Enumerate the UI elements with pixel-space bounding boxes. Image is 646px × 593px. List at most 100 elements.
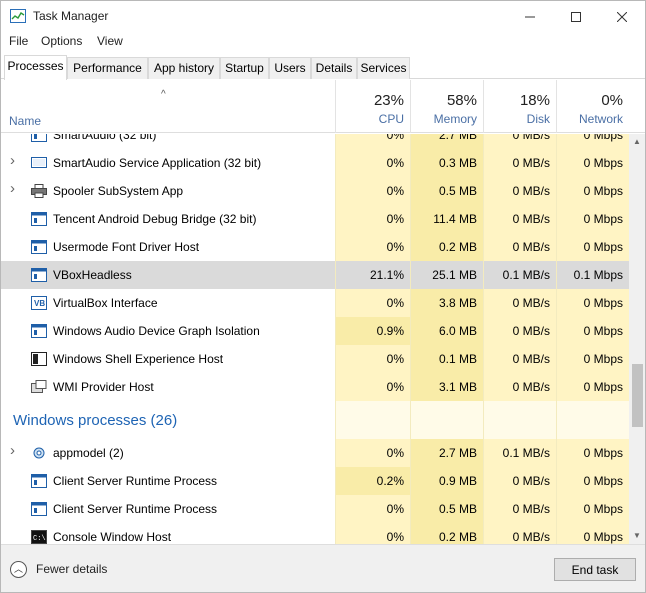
process-row[interactable]: Client Server Runtime Process 0.2% 0.9 MB 0… — [1, 467, 629, 495]
tab-users[interactable]: Users — [269, 57, 311, 79]
process-name-cell[interactable]: Usermode Font Driver Host — [1, 233, 335, 261]
network-label: Network — [578, 112, 623, 126]
process-disk-value: 0 MB/s — [483, 205, 556, 233]
process-name: VBoxHeadless — [53, 268, 132, 282]
process-disk-value: 0 MB/s — [483, 233, 556, 261]
chevron-right-icon[interactable]: › — [10, 442, 15, 459]
app-window-icon — [31, 268, 47, 282]
process-name-cell[interactable]: › SmartAudio Service Application (32 bit) — [1, 149, 335, 177]
chevron-up-circle-icon[interactable]: ︿ — [10, 561, 27, 578]
process-list[interactable]: SmartAudio (32 bit) 0% 2.7 MB 0 MB/s 0 Mbps ›… — [1, 134, 629, 544]
title-bar[interactable]: Task Manager — [1, 1, 645, 32]
process-name-cell[interactable]: SmartAudio (32 bit) — [1, 134, 335, 149]
process-row[interactable]: VB VirtualBox Interface 0% 3.8 MB 0 MB/s 0 Mb… — [1, 289, 629, 317]
process-cpu-value: 21.1% — [335, 261, 410, 289]
process-row[interactable]: Usermode Font Driver Host 0% 0.2 MB 0 MB/s 0… — [1, 233, 629, 261]
gear-icon — [33, 447, 45, 459]
process-row[interactable]: Windows Shell Experience Host 0% 0.1 MB 0 M… — [1, 345, 629, 373]
process-name-cell[interactable]: C:\ Console Window Host — [1, 523, 335, 544]
process-row[interactable]: C:\ Console Window Host 0% 0.2 MB 0 MB/s 0 Mb… — [1, 523, 629, 544]
column-memory[interactable]: 58% Memory — [410, 80, 483, 133]
tab-performance[interactable]: Performance — [67, 57, 148, 79]
process-name: WMI Provider Host — [53, 380, 154, 394]
cpu-total: 23% — [373, 92, 404, 109]
cpu-label: CPU — [378, 112, 404, 126]
minimize-button[interactable] — [507, 1, 553, 32]
process-row[interactable]: Windows Audio Device Graph Isolation 0.9%… — [1, 317, 629, 345]
process-name-cell[interactable]: Client Server Runtime Process — [1, 467, 335, 495]
fewer-details-link[interactable]: Fewer details — [36, 562, 107, 576]
scroll-thumb[interactable] — [632, 364, 643, 427]
tab-app-history[interactable]: App history — [148, 57, 220, 79]
sort-arrow-icon[interactable]: ^ — [161, 89, 166, 100]
column-disk[interactable]: 18% Disk — [483, 80, 556, 133]
column-network[interactable]: 0% Network — [556, 80, 629, 133]
process-name-cell[interactable]: › appmodel (2) — [1, 439, 335, 467]
process-cpu-value: 0% — [335, 495, 410, 523]
menu-file[interactable]: File — [9, 34, 28, 48]
process-disk-value: 0 MB/s — [483, 495, 556, 523]
process-mem-value: 0.2 MB — [410, 523, 483, 544]
process-name-cell[interactable]: WMI Provider Host — [1, 373, 335, 401]
chevron-right-icon[interactable]: › — [10, 152, 15, 169]
process-mem-value: 0.5 MB — [410, 495, 483, 523]
maximize-button[interactable] — [553, 1, 599, 32]
chevron-right-icon[interactable]: › — [10, 180, 15, 197]
process-net-value: 0 Mbps — [556, 289, 629, 317]
process-net-value: 0 Mbps — [556, 439, 629, 467]
close-button[interactable] — [599, 1, 645, 32]
menu-options[interactable]: Options — [41, 34, 82, 48]
process-name-cell[interactable]: Tencent Android Debug Bridge (32 bit) — [1, 205, 335, 233]
process-name-cell[interactable]: VB VirtualBox Interface — [1, 289, 335, 317]
svg-text:VB: VB — [34, 299, 45, 308]
process-row[interactable]: VBoxHeadless 21.1% 25.1 MB 0.1 MB/s 0.1 Mbps — [1, 261, 629, 289]
process-name: Tencent Android Debug Bridge (32 bit) — [53, 212, 257, 226]
virtualbox-icon: VB — [31, 296, 47, 310]
process-cpu-value: 0% — [335, 149, 410, 177]
process-row[interactable]: › SmartAudio Service Application (32 bit)… — [1, 149, 629, 177]
process-net-value: 0 Mbps — [556, 495, 629, 523]
process-mem-value: 0.5 MB — [410, 177, 483, 205]
process-net-value: 0 Mbps — [556, 205, 629, 233]
process-name: Console Window Host — [53, 530, 172, 544]
process-row[interactable]: Client Server Runtime Process 0% 0.5 MB 0 M… — [1, 495, 629, 523]
process-row[interactable]: SmartAudio (32 bit) 0% 2.7 MB 0 MB/s 0 Mbps — [1, 134, 629, 149]
process-cpu-value: 0% — [335, 345, 410, 373]
process-cpu-value: 0.2% — [335, 467, 410, 495]
process-name-cell[interactable]: Windows Audio Device Graph Isolation — [1, 317, 335, 345]
process-row[interactable]: › appmodel (2) 0% 2.7 MB 0.1 MB/s 0 Mbps — [1, 439, 629, 467]
wmi-icon — [31, 380, 47, 393]
menu-view[interactable]: View — [97, 34, 123, 48]
tab-services[interactable]: Services — [357, 57, 410, 79]
process-name-cell[interactable]: Windows Shell Experience Host — [1, 345, 335, 373]
column-cpu[interactable]: 23% CPU — [335, 80, 410, 133]
process-disk-value: 0 MB/s — [483, 317, 556, 345]
process-name: Client Server Runtime Process — [53, 502, 218, 516]
process-cpu-value: 0% — [335, 439, 410, 467]
process-name-cell[interactable]: VBoxHeadless — [1, 261, 335, 289]
app-window-icon — [31, 474, 47, 488]
scroll-down-arrow-icon[interactable]: ▼ — [629, 528, 645, 544]
monitor-icon — [31, 157, 47, 168]
process-net-value: 0 Mbps — [556, 134, 629, 149]
column-name[interactable]: Name — [9, 114, 41, 128]
task-manager-icon — [10, 9, 26, 23]
tab-details[interactable]: Details — [311, 57, 357, 79]
vertical-scrollbar[interactable]: ▲ ▼ — [629, 134, 645, 544]
process-row[interactable]: WMI Provider Host 0% 3.1 MB 0 MB/s 0 Mbps — [1, 373, 629, 401]
process-name: appmodel (2) — [53, 446, 124, 460]
process-cpu-value: 0.9% — [335, 317, 410, 345]
scroll-up-arrow-icon[interactable]: ▲ — [629, 134, 645, 150]
tab-startup[interactable]: Startup — [220, 57, 269, 79]
group-header-windows-processes[interactable]: Windows processes (26) — [1, 401, 629, 439]
tab-processes[interactable]: Processes — [4, 55, 67, 80]
process-row[interactable]: › Spooler SubSystem App 0% 0.5 MB 0 MB/s 0 Mb… — [1, 177, 629, 205]
process-row[interactable]: Tencent Android Debug Bridge (32 bit) 0% 1… — [1, 205, 629, 233]
printer-icon — [31, 184, 47, 198]
minimize-icon — [525, 16, 535, 17]
process-name-cell[interactable]: › Spooler SubSystem App — [1, 177, 335, 205]
end-task-button[interactable]: End task — [554, 558, 636, 581]
process-name-cell[interactable]: Client Server Runtime Process — [1, 495, 335, 523]
process-net-value: 0 Mbps — [556, 149, 629, 177]
tab-strip: Processes Performance App history Startu… — [1, 55, 645, 80]
